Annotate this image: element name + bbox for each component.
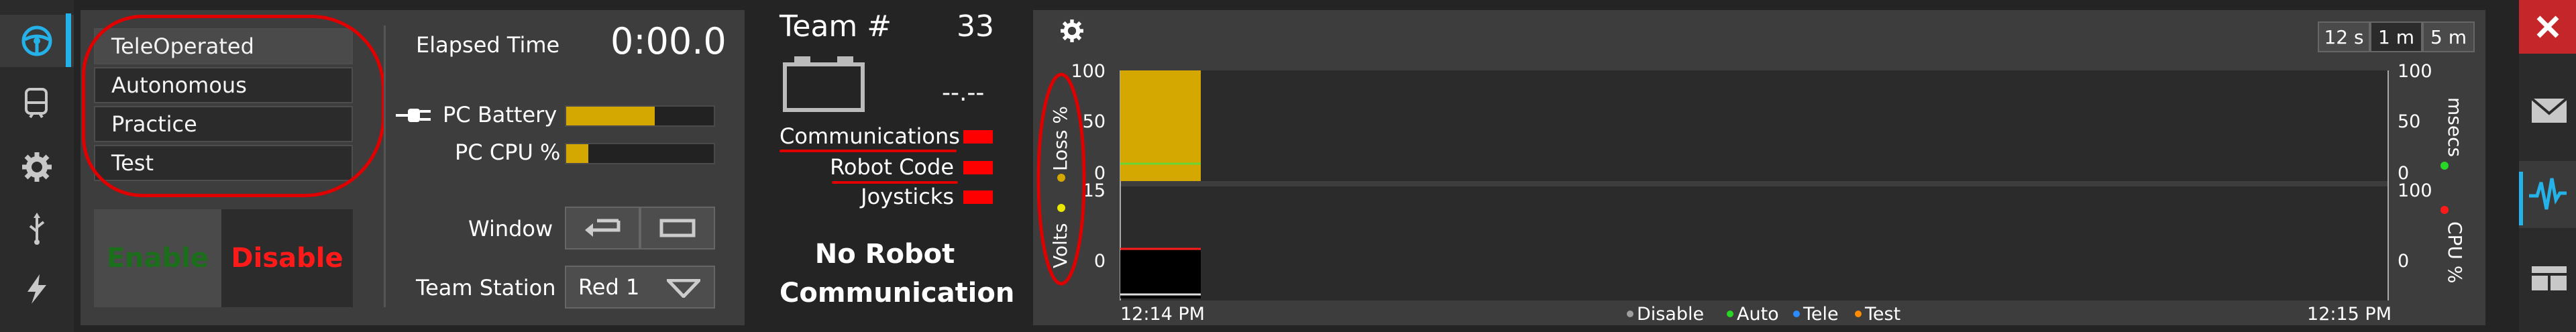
- pc-cpu-bar: [565, 143, 715, 164]
- status-joysticks-label: Joysticks: [861, 184, 954, 209]
- legend-test: Test: [1864, 304, 1900, 325]
- pc-cpu-label: PC CPU %: [455, 140, 561, 165]
- split-view-icon: [2532, 266, 2567, 290]
- loss-axis-label: Loss %: [1049, 106, 1071, 171]
- pc-battery-bar-fill: [566, 107, 655, 125]
- pc-battery-label: PC Battery: [443, 102, 557, 127]
- tab-charts[interactable]: [2519, 161, 2576, 228]
- tab-operation[interactable]: [0, 15, 74, 67]
- elapsed-time-label: Elapsed Time: [416, 32, 560, 58]
- volts-axis-label: Volts: [1049, 223, 1071, 268]
- window-maximize-button[interactable]: [640, 207, 715, 250]
- robot-battery-voltage: --.--: [942, 79, 985, 107]
- cpu-ytick-100: 100: [2398, 180, 2432, 201]
- tab-diagnostics[interactable]: [0, 75, 74, 127]
- legend-auto-dot: [1727, 311, 1733, 317]
- disable-button[interactable]: Disable: [221, 209, 353, 307]
- robot-code-underline-annotation: [832, 181, 958, 184]
- close-button[interactable]: [2519, 0, 2576, 54]
- no-robot-line1: No Robot: [814, 239, 955, 270]
- steering-wheel-icon: [21, 25, 52, 56]
- cpu-series-dot: [2440, 206, 2449, 214]
- no-robot-line2: Communication: [780, 278, 1015, 309]
- panel-divider: [384, 25, 386, 307]
- volts-ytick-0: 0: [1094, 251, 1106, 272]
- pc-battery-bar: [565, 105, 715, 127]
- waveform-icon: [2528, 178, 2567, 210]
- legend-tele: Tele: [1803, 304, 1839, 325]
- maximize-window-icon: [659, 219, 696, 237]
- robot-code-indicator: [963, 161, 993, 174]
- chart-svg: 100 50 0 15 0 100 50 0 100 0 Loss % Volt…: [1036, 61, 2466, 325]
- communications-indicator: [963, 130, 993, 144]
- loss-plot-area: [1120, 70, 2388, 181]
- status-robot-code-label: Robot Code: [830, 154, 954, 180]
- window-dock-button[interactable]: [565, 207, 640, 250]
- active-tab-indicator: [66, 13, 71, 67]
- tab-setup[interactable]: [0, 141, 74, 193]
- team-number: 33: [957, 9, 994, 44]
- dock-window-icon: [585, 219, 621, 237]
- msecs-ytick-100: 100: [2398, 61, 2432, 82]
- tab-usb-devices[interactable]: [0, 203, 74, 255]
- enable-button[interactable]: Enable: [94, 209, 221, 307]
- elapsed-time-value: 0:00.0: [610, 20, 727, 62]
- msecs-ytick-50: 50: [2398, 111, 2420, 132]
- tab-power[interactable]: [0, 263, 74, 315]
- close-icon: [2536, 15, 2559, 38]
- tab-both[interactable]: [2526, 255, 2573, 302]
- dropdown-arrow-icon: [667, 279, 700, 298]
- loss-series-dot: [1057, 174, 1065, 182]
- volts-ytick-15: 15: [1083, 180, 1106, 201]
- msecs-axis-label: msecs: [2444, 97, 2466, 157]
- x-label-start: 12:14 PM: [1120, 304, 1205, 325]
- lightning-icon: [28, 274, 46, 304]
- volts-series-dot: [1057, 204, 1065, 212]
- diagnostics-icon: [25, 88, 48, 119]
- msecs-series-dot: [2440, 162, 2449, 170]
- legend-auto: Auto: [1737, 304, 1779, 325]
- loss-ytick-50: 50: [1083, 111, 1106, 132]
- team-station-label: Team Station: [416, 275, 556, 300]
- legend-disable-dot: [1627, 311, 1633, 317]
- usb-icon: [29, 213, 45, 245]
- communications-underline-annotation: [780, 150, 957, 152]
- mode-annotation-circle: [82, 15, 385, 197]
- cpu-axis-label: CPU %: [2444, 221, 2466, 283]
- x-label-end: 12:15 PM: [2307, 304, 2392, 325]
- tab-messages[interactable]: [2526, 87, 2573, 134]
- volts-plot-area: [1120, 186, 2388, 300]
- cpu-ytick-0: 0: [2398, 251, 2409, 272]
- legend-disable: Disable: [1637, 304, 1704, 325]
- legend-tele-dot: [1793, 311, 1800, 317]
- pc-cpu-bar-fill: [566, 144, 588, 163]
- envelope-icon: [2530, 97, 2568, 123]
- gear-icon: [22, 152, 52, 182]
- joysticks-indicator: [963, 190, 993, 204]
- team-station-value: Red 1: [578, 274, 640, 300]
- status-communications-label: Communications: [780, 123, 960, 149]
- team-station-select[interactable]: Red 1: [565, 266, 715, 309]
- robot-battery-icon: [782, 55, 865, 115]
- legend-test-dot: [1855, 311, 1862, 317]
- right-active-tab-indicator: [2519, 172, 2523, 225]
- window-label: Window: [468, 216, 553, 241]
- left-tab-rail: [0, 0, 74, 332]
- loss-ytick-100: 100: [1071, 61, 1106, 82]
- volts-series-mark: [1120, 250, 1201, 298]
- plug-icon: [396, 107, 433, 126]
- team-label: Team #: [780, 9, 892, 44]
